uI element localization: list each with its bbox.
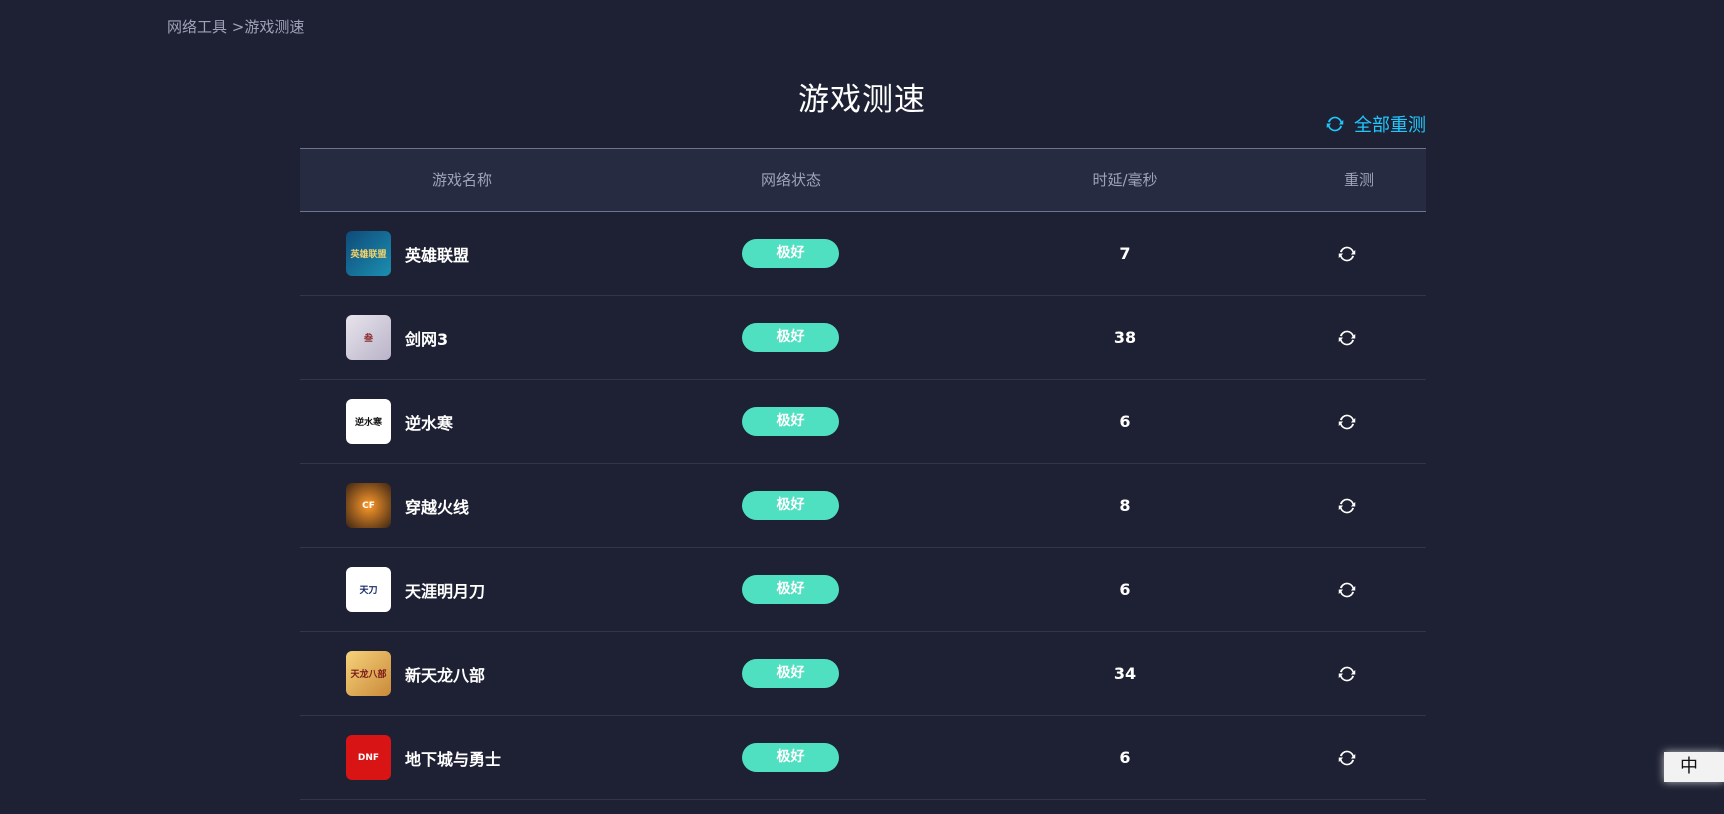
breadcrumb: 网络工具 >游戏测速	[167, 16, 304, 37]
status-badge: 极好	[742, 659, 839, 688]
refresh-icon	[1338, 414, 1356, 429]
nsh-icon: 逆水寒	[346, 399, 391, 444]
status-badge: 极好	[742, 239, 839, 268]
table-row: 英雄联盟 英雄联盟 极好 7	[300, 212, 1426, 296]
table-row: 逆水寒 逆水寒 极好 6	[300, 380, 1426, 464]
header-network-status: 网络状态	[760, 171, 821, 189]
retest-button[interactable]	[1336, 632, 1358, 715]
status-cell: 极好	[742, 632, 839, 715]
status-cell: 极好	[742, 380, 839, 463]
game-name: 剑网3	[405, 329, 449, 349]
refresh-icon	[1338, 582, 1356, 597]
table-row: 天刀 天涯明月刀 极好 6	[300, 548, 1426, 632]
retest-button[interactable]	[1336, 212, 1358, 295]
status-cell: 极好	[742, 464, 839, 547]
table-row: 叁剑网3 极好 38	[300, 296, 1426, 380]
retest-button[interactable]	[1336, 548, 1358, 631]
dnf-icon: DNF	[346, 735, 391, 780]
status-cell: 极好	[742, 548, 839, 631]
delay-value: 34	[1113, 664, 1137, 683]
delay-value: 8	[1119, 496, 1131, 515]
breadcrumb-current: 游戏测速	[244, 18, 305, 36]
game-name: 穿越火线	[405, 497, 470, 517]
game-name: 英雄联盟	[405, 245, 470, 265]
table-row: 天龙八部 新天龙八部 极好 34	[300, 632, 1426, 716]
status-cell: 极好	[742, 212, 839, 295]
retest-button[interactable]	[1336, 296, 1358, 379]
game-cell: 英雄联盟 英雄联盟	[346, 212, 469, 295]
header-retest: 重测	[1343, 171, 1374, 189]
game-speed-table: 游戏名称 网络状态 时延/毫秒 重测 英雄联盟 英雄联盟 极好 7 叁剑网3 极好 38 逆水…	[300, 148, 1426, 800]
table-body: 英雄联盟 英雄联盟 极好 7 叁剑网3 极好 38 逆水寒 逆水寒 极好 6 CF 穿越火线 极好 8 天刀天…	[300, 212, 1426, 800]
refresh-icon	[1326, 116, 1344, 132]
table-header: 游戏名称 网络状态 时延/毫秒 重测	[300, 148, 1426, 212]
refresh-icon	[1338, 498, 1356, 513]
game-name: 新天龙八部	[405, 665, 486, 685]
game-cell: 天刀 天涯明月刀	[346, 548, 485, 631]
delay-value: 7	[1119, 244, 1131, 263]
game-name: 天涯明月刀	[405, 581, 486, 601]
breadcrumb-parent[interactable]: 网络工具	[167, 18, 227, 36]
game-name: 逆水寒	[405, 413, 454, 433]
status-badge: 极好	[742, 743, 839, 772]
delay-value: 6	[1119, 748, 1131, 767]
game-cell: 叁剑网3	[346, 296, 448, 379]
page-title: 游戏测速	[798, 82, 926, 118]
game-cell: CF 穿越火线	[346, 464, 469, 547]
status-badge: 极好	[742, 575, 839, 604]
tlbb-icon: 天龙八部	[346, 651, 391, 696]
refresh-icon	[1338, 246, 1356, 261]
delay-value: 38	[1113, 328, 1137, 347]
delay-value: 6	[1119, 412, 1131, 431]
retest-button[interactable]	[1336, 716, 1358, 799]
status-badge: 极好	[742, 323, 839, 352]
status-badge: 极好	[742, 407, 839, 436]
refresh-icon	[1338, 666, 1356, 681]
refresh-icon	[1338, 330, 1356, 345]
retest-all-label: 全部重测	[1354, 115, 1426, 136]
ime-indicator[interactable]: 中	[1664, 752, 1724, 782]
retest-button[interactable]	[1336, 464, 1358, 547]
breadcrumb-separator: >	[227, 18, 245, 36]
delay-value: 6	[1119, 580, 1131, 599]
retest-button[interactable]	[1336, 380, 1358, 463]
header-game-name: 游戏名称	[431, 171, 492, 189]
jx3-icon: 叁	[346, 315, 391, 360]
game-name: 地下城与勇士	[405, 749, 502, 769]
lol-icon: 英雄联盟	[346, 231, 391, 276]
header-delay: 时延/毫秒	[1092, 171, 1158, 189]
table-row: CF 穿越火线 极好 8	[300, 464, 1426, 548]
status-cell: 极好	[742, 716, 839, 799]
table-row: DNF 地下城与勇士 极好 6	[300, 716, 1426, 800]
status-badge: 极好	[742, 491, 839, 520]
cf-icon: CF	[346, 483, 391, 528]
status-cell: 极好	[742, 296, 839, 379]
game-cell: DNF 地下城与勇士	[346, 716, 501, 799]
retest-all-button[interactable]: 全部重测	[1324, 111, 1426, 137]
refresh-icon	[1338, 750, 1356, 765]
tymyd-icon: 天刀	[346, 567, 391, 612]
game-cell: 天龙八部 新天龙八部	[346, 632, 485, 715]
game-cell: 逆水寒 逆水寒	[346, 380, 453, 463]
